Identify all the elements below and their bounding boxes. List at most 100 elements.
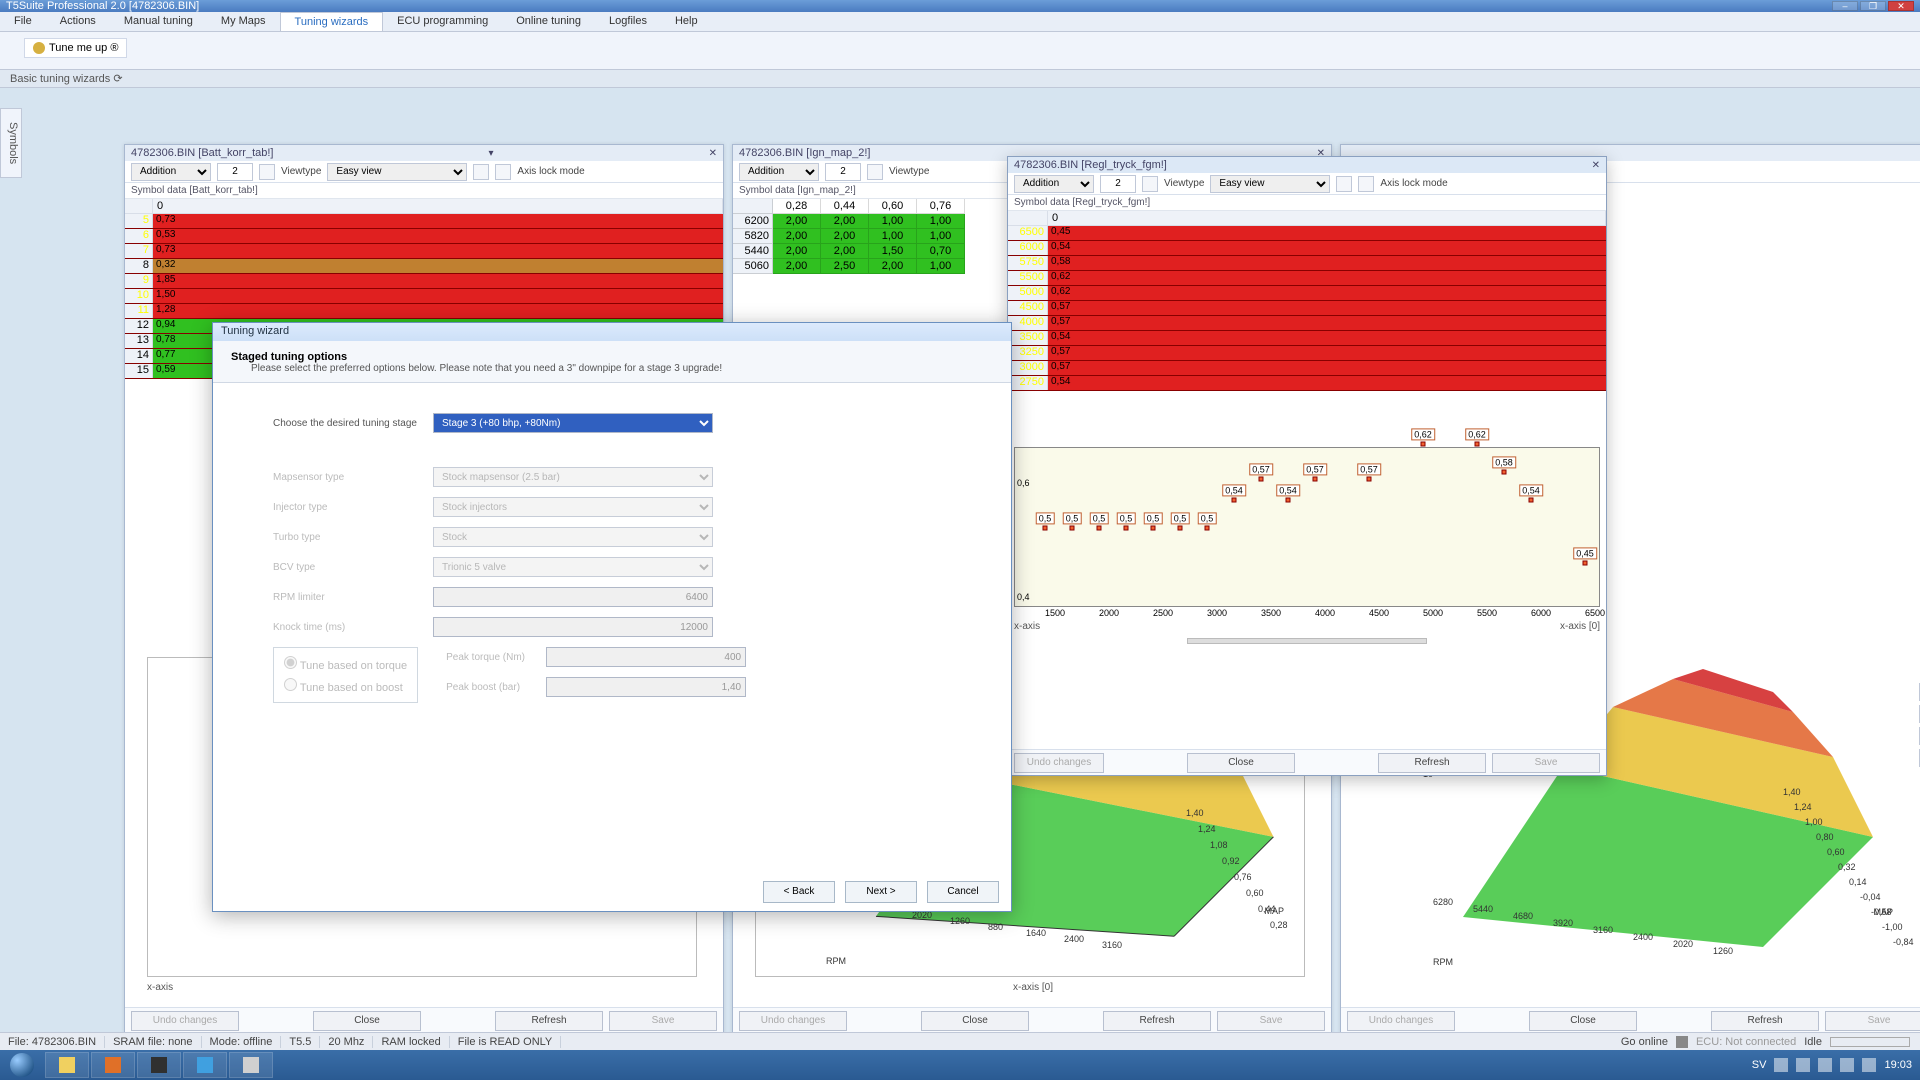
field-select[interactable]: Trionic 5 valve (433, 557, 713, 577)
addition-value[interactable] (217, 163, 253, 181)
language-indicator[interactable]: SV (1752, 1059, 1767, 1071)
peak-boost-input[interactable] (546, 677, 746, 697)
addition-select[interactable]: Addition (1014, 175, 1094, 193)
tool-icon-2[interactable] (1336, 176, 1352, 192)
cell[interactable]: 2,50 (821, 259, 869, 274)
tune-me-up-button[interactable]: Tune me up ® (24, 38, 127, 58)
panel-close-icon[interactable]: ✕ (1592, 160, 1600, 171)
stage-select[interactable]: Stage 3 (+80 bhp, +80Nm) (433, 413, 713, 433)
field-select[interactable]: Stock mapsensor (2.5 bar) (433, 467, 713, 487)
cell[interactable]: 2,00 (821, 244, 869, 259)
field-select[interactable]: Stock (433, 527, 713, 547)
cell[interactable]: 0,57 (1048, 316, 1606, 330)
cell[interactable]: 0,57 (1048, 346, 1606, 360)
save-button[interactable]: Save (1217, 1011, 1325, 1031)
menu-tuning-wizards[interactable]: Tuning wizards (280, 12, 384, 31)
cell[interactable]: 2,00 (773, 259, 821, 274)
min-button[interactable]: – (1832, 1, 1858, 11)
undo-button[interactable]: Undo changes (1014, 753, 1104, 773)
close-panel-button[interactable]: Close (921, 1011, 1029, 1031)
cell[interactable]: 2,00 (773, 244, 821, 259)
cell[interactable]: 0,54 (1048, 241, 1606, 255)
menu-help[interactable]: Help (661, 12, 712, 31)
radio-torque[interactable] (284, 656, 297, 669)
undo-button[interactable]: Undo changes (1347, 1011, 1455, 1031)
close-panel-button[interactable]: Close (1187, 753, 1295, 773)
cell[interactable]: 0,70 (917, 244, 965, 259)
addition-select[interactable]: Addition (739, 163, 819, 181)
save-button[interactable]: Save (609, 1011, 717, 1031)
viewtype-select[interactable]: Easy view (327, 163, 467, 181)
refresh-button[interactable]: Refresh (1378, 753, 1486, 773)
tray-icon[interactable] (1796, 1058, 1810, 1072)
cell[interactable]: 1,50 (153, 289, 723, 303)
cell[interactable]: 0,32 (153, 259, 723, 273)
symbols-tab[interactable]: Symbols (0, 108, 22, 178)
menu-manual-tuning[interactable]: Manual tuning (110, 12, 207, 31)
max-button[interactable]: ❐ (1860, 1, 1886, 11)
cell[interactable]: 1,00 (869, 214, 917, 229)
menu-file[interactable]: File (0, 12, 46, 31)
tool-icon-3[interactable] (495, 164, 511, 180)
cell[interactable]: 0,58 (1048, 256, 1606, 270)
refresh-button[interactable]: Refresh (495, 1011, 603, 1031)
tray-icon[interactable] (1840, 1058, 1854, 1072)
cell[interactable]: 0,73 (153, 244, 723, 258)
menu-ecu-programming[interactable]: ECU programming (383, 12, 502, 31)
cell[interactable]: 2,00 (869, 259, 917, 274)
cell[interactable]: 2,00 (821, 229, 869, 244)
start-button[interactable] (0, 1050, 44, 1080)
tool-icon[interactable] (259, 164, 275, 180)
radio-boost[interactable] (284, 678, 297, 691)
viewtype-select[interactable]: Easy view (1210, 175, 1330, 193)
cell[interactable]: 1,28 (153, 304, 723, 318)
back-button[interactable]: < Back (763, 881, 835, 903)
menu-actions[interactable]: Actions (46, 12, 110, 31)
refresh-button[interactable]: Refresh (1103, 1011, 1211, 1031)
cell[interactable]: 1,00 (917, 229, 965, 244)
field-input[interactable] (433, 617, 713, 637)
cell[interactable]: 0,53 (153, 229, 723, 243)
tool-icon[interactable] (1142, 176, 1158, 192)
cell[interactable]: 1,00 (917, 259, 965, 274)
menu-my-maps[interactable]: My Maps (207, 12, 280, 31)
cancel-button[interactable]: Cancel (927, 881, 999, 903)
close-button[interactable]: ✕ (1888, 1, 1914, 11)
cell[interactable]: 0,54 (1048, 376, 1606, 390)
panel-close-icon[interactable]: ✕ (709, 148, 717, 159)
addition-value[interactable] (825, 163, 861, 181)
refresh-button[interactable]: Refresh (1711, 1011, 1819, 1031)
tool-icon-3[interactable] (1358, 176, 1374, 192)
task-button[interactable] (91, 1052, 135, 1078)
menu-logfiles[interactable]: Logfiles (595, 12, 661, 31)
tool-icon[interactable] (867, 164, 883, 180)
close-panel-button[interactable]: Close (313, 1011, 421, 1031)
next-button[interactable]: Next > (845, 881, 917, 903)
save-button[interactable]: Save (1825, 1011, 1920, 1031)
tray-icon[interactable] (1862, 1058, 1876, 1072)
peak-torque-input[interactable] (546, 647, 746, 667)
close-panel-button[interactable]: Close (1529, 1011, 1637, 1031)
tool-icon-2[interactable] (473, 164, 489, 180)
cell[interactable]: 0,57 (1048, 361, 1606, 375)
cell[interactable]: 1,50 (869, 244, 917, 259)
save-button[interactable]: Save (1492, 753, 1600, 773)
undo-button[interactable]: Undo changes (131, 1011, 239, 1031)
tray-icon[interactable] (1774, 1058, 1788, 1072)
cell[interactable]: 2,00 (773, 229, 821, 244)
cell[interactable]: 0,62 (1048, 286, 1606, 300)
task-button[interactable] (137, 1052, 181, 1078)
panel-pin-icon[interactable]: ▾ (489, 148, 494, 159)
clock[interactable]: 19:03 (1884, 1059, 1912, 1071)
undo-button[interactable]: Undo changes (739, 1011, 847, 1031)
task-button[interactable] (229, 1052, 273, 1078)
field-select[interactable]: Stock injectors (433, 497, 713, 517)
cell[interactable]: 0,54 (1048, 331, 1606, 345)
field-input[interactable] (433, 587, 713, 607)
task-button[interactable] (45, 1052, 89, 1078)
cell[interactable]: 0,62 (1048, 271, 1606, 285)
scrollbar[interactable] (1187, 638, 1427, 644)
task-button[interactable] (183, 1052, 227, 1078)
cell[interactable]: 1,00 (869, 229, 917, 244)
cell[interactable]: 0,57 (1048, 301, 1606, 315)
